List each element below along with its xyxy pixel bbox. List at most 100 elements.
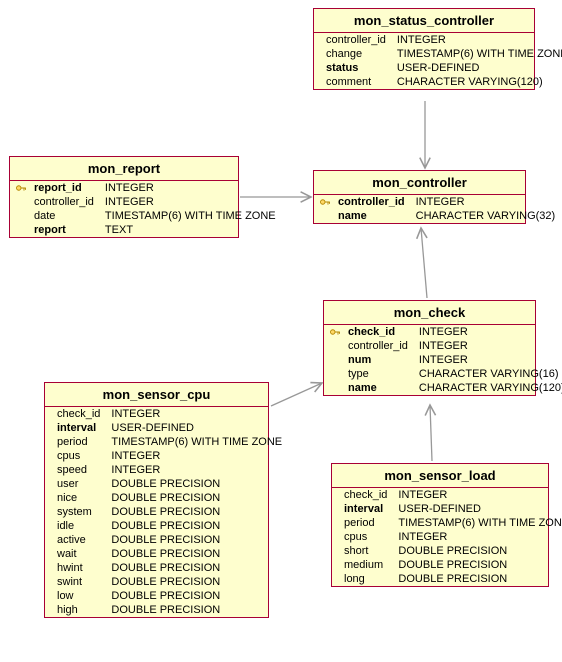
column-type: DOUBLE PRECISION (106, 505, 287, 519)
column-name: change (321, 47, 392, 61)
column-name: controller_id (29, 195, 100, 209)
column-row: nameCHARACTER VARYING(32) (314, 209, 560, 223)
column-type: CHARACTER VARYING(32) (411, 209, 561, 223)
key-spacer (332, 572, 339, 586)
column-name: report (29, 223, 100, 237)
key-spacer (45, 505, 52, 519)
column-type: DOUBLE PRECISION (106, 547, 287, 561)
column-row: changeTIMESTAMP(6) WITH TIME ZONE (314, 47, 562, 61)
column-type: DOUBLE PRECISION (106, 561, 287, 575)
column-type: USER-DEFINED (392, 61, 562, 75)
entity-title: mon_report (10, 157, 238, 181)
key-spacer (10, 223, 29, 237)
column-type: INTEGER (392, 33, 562, 47)
key-spacer (314, 33, 321, 47)
column-name: type (343, 367, 414, 381)
column-name: check_id (343, 325, 414, 339)
column-row: longDOUBLE PRECISION (332, 572, 562, 586)
key-spacer (324, 353, 343, 367)
column-type: INTEGER (414, 339, 562, 353)
entity-title: mon_status_controller (314, 9, 534, 33)
column-type: INTEGER (100, 181, 281, 195)
column-type: INTEGER (106, 463, 287, 477)
column-type: DOUBLE PRECISION (106, 533, 287, 547)
key-spacer (10, 209, 29, 223)
column-type: INTEGER (106, 407, 287, 421)
column-row: systemDOUBLE PRECISION (45, 505, 287, 519)
column-row: check_idINTEGER (332, 488, 562, 502)
column-name: active (52, 533, 106, 547)
key-spacer (324, 339, 343, 353)
key-spacer (45, 421, 52, 435)
column-name: controller_id (343, 339, 414, 353)
column-row: highDOUBLE PRECISION (45, 603, 287, 617)
key-spacer (45, 449, 52, 463)
column-type: INTEGER (393, 488, 562, 502)
key-spacer (45, 463, 52, 477)
key-spacer (45, 589, 52, 603)
column-row: check_idINTEGER (45, 407, 287, 421)
column-name: controller_id (333, 195, 411, 209)
column-row: lowDOUBLE PRECISION (45, 589, 287, 603)
column-row: typeCHARACTER VARYING(16) (324, 367, 562, 381)
entity-columns: check_idINTEGERintervalUSER-DEFINEDperio… (45, 407, 287, 617)
column-name: cpus (52, 449, 106, 463)
column-name: num (343, 353, 414, 367)
column-name: long (339, 572, 393, 586)
entity-mon_controller: mon_controllercontroller_idINTEGERnameCH… (313, 170, 526, 224)
column-type: DOUBLE PRECISION (106, 477, 287, 491)
column-row: numINTEGER (324, 353, 562, 367)
column-row: controller_idINTEGER (314, 33, 562, 47)
key-spacer (332, 516, 339, 530)
entity-mon_check: mon_checkcheck_idINTEGERcontroller_idINT… (323, 300, 536, 396)
key-spacer (324, 367, 343, 381)
column-type: DOUBLE PRECISION (106, 575, 287, 589)
relation-arrow (430, 405, 432, 461)
column-type: INTEGER (414, 353, 562, 367)
column-type: TIMESTAMP(6) WITH TIME ZONE (392, 47, 562, 61)
entity-columns: check_idINTEGERcontroller_idINTEGERnumIN… (324, 325, 562, 395)
key-spacer (45, 407, 52, 421)
column-name: user (52, 477, 106, 491)
entity-mon_sensor_cpu: mon_sensor_cpucheck_idINTEGERintervalUSE… (44, 382, 269, 618)
key-spacer (332, 544, 339, 558)
key-spacer (314, 61, 321, 75)
column-type: INTEGER (100, 195, 281, 209)
entity-columns: report_idINTEGERcontroller_idINTEGERdate… (10, 181, 281, 237)
key-spacer (45, 477, 52, 491)
column-type: TIMESTAMP(6) WITH TIME ZONE (393, 516, 562, 530)
key-spacer (45, 547, 52, 561)
key-spacer (45, 533, 52, 547)
entity-title: mon_sensor_load (332, 464, 548, 488)
column-row: mediumDOUBLE PRECISION (332, 558, 562, 572)
column-row: controller_idINTEGER (324, 339, 562, 353)
column-row: check_idINTEGER (324, 325, 562, 339)
column-type: DOUBLE PRECISION (106, 589, 287, 603)
column-type: USER-DEFINED (393, 502, 562, 516)
key-spacer (45, 519, 52, 533)
column-row: shortDOUBLE PRECISION (332, 544, 562, 558)
entity-mon_sensor_load: mon_sensor_loadcheck_idINTEGERintervalUS… (331, 463, 549, 587)
entity-mon_report: mon_reportreport_idINTEGERcontroller_idI… (9, 156, 239, 238)
column-type: INTEGER (106, 449, 287, 463)
key-spacer (45, 575, 52, 589)
column-row: periodTIMESTAMP(6) WITH TIME ZONE (45, 435, 287, 449)
key-spacer (332, 530, 339, 544)
column-name: low (52, 589, 106, 603)
primary-key-icon (314, 195, 333, 209)
key-spacer (314, 209, 333, 223)
column-type: DOUBLE PRECISION (106, 519, 287, 533)
column-type: TIMESTAMP(6) WITH TIME ZONE (106, 435, 287, 449)
column-name: period (339, 516, 393, 530)
key-spacer (314, 75, 321, 89)
column-row: activeDOUBLE PRECISION (45, 533, 287, 547)
column-type: TIMESTAMP(6) WITH TIME ZONE (100, 209, 281, 223)
entity-columns: check_idINTEGERintervalUSER-DEFINEDperio… (332, 488, 562, 586)
column-row: hwintDOUBLE PRECISION (45, 561, 287, 575)
column-name: comment (321, 75, 392, 89)
column-name: system (52, 505, 106, 519)
column-type: DOUBLE PRECISION (393, 544, 562, 558)
key-spacer (324, 381, 343, 395)
column-name: report_id (29, 181, 100, 195)
column-row: idleDOUBLE PRECISION (45, 519, 287, 533)
